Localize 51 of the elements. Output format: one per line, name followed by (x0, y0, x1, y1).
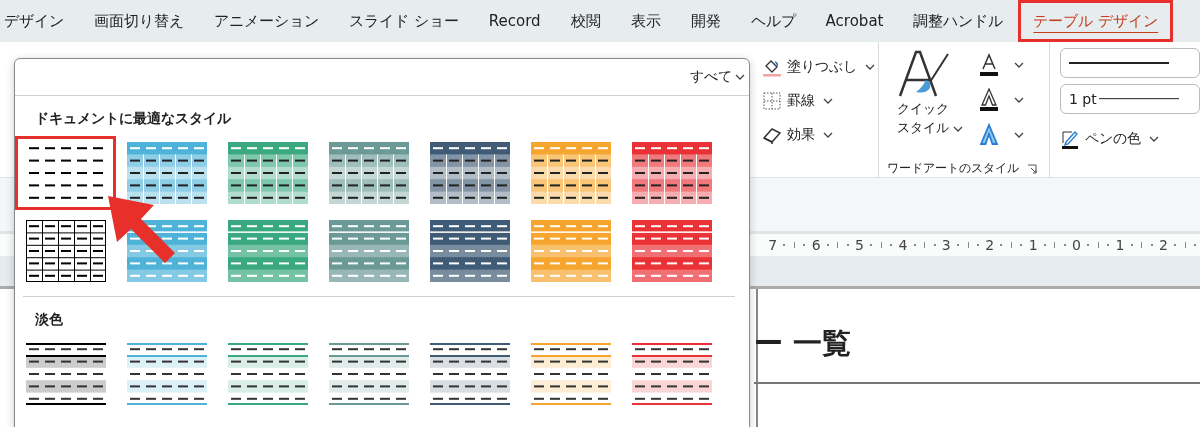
ribbon-tab[interactable]: ヘルプ (735, 0, 811, 42)
section-heading: ドキュメントに最適なスタイル (34, 109, 232, 128)
table-style-option[interactable] (15, 136, 116, 210)
pen-color-button[interactable]: ペンの色 (1060, 126, 1200, 152)
ribbon-tab[interactable]: 校閲 (555, 0, 616, 42)
caret-icon (1013, 97, 1024, 103)
group-label: ワードアートのスタイル (886, 160, 1019, 177)
line-sample-icon (1069, 61, 1169, 65)
caret-icon (735, 74, 745, 80)
ribbon-tab[interactable]: 表示 (615, 0, 676, 42)
ribbon-tab[interactable]: Acrobat (810, 0, 899, 42)
slide-title: ー 一覧 (754, 289, 1200, 384)
ribbon-tab[interactable]: 開発 (675, 0, 736, 42)
ribbon-tab[interactable]: テーブル デザイン (1018, 0, 1174, 42)
section-heading: 淡色 (34, 310, 64, 329)
ribbon-tab[interactable]: Record (473, 0, 556, 42)
ribbon-tab[interactable]: 画面切り替え (79, 0, 199, 42)
quick-styles-button[interactable]: クイックスタイル (884, 48, 963, 160)
ribbon-button[interactable]: 効果 (762, 122, 878, 148)
ruler-number: 0 (1071, 237, 1082, 253)
caret-icon (823, 132, 833, 138)
pen-icon (1060, 129, 1080, 149)
caret-icon (1013, 62, 1024, 68)
ruler-number: 4 (897, 237, 909, 253)
ribbon-button[interactable]: 塗りつぶし (762, 54, 878, 80)
ribbon-tab[interactable]: デザイン (0, 0, 79, 42)
line-style-dropdown[interactable] (1060, 48, 1200, 78)
ruler-number: 1 (1027, 237, 1039, 253)
ruler-number: 1 (1114, 237, 1126, 253)
line-sample-icon (1098, 98, 1179, 100)
caret-icon (1149, 136, 1159, 142)
line-weight-dropdown[interactable]: 1 pt (1060, 84, 1200, 114)
dialog-launcher-icon[interactable] (1026, 163, 1037, 174)
ruler-number: 3 (940, 237, 952, 253)
caret-icon (1013, 132, 1024, 138)
ruler-number: 5 (854, 237, 865, 253)
caret-icon (865, 64, 875, 70)
ruler-number: 2 (1157, 237, 1169, 253)
ribbon-tab[interactable]: 調整ハンドル (898, 0, 1019, 42)
caret-icon (952, 125, 963, 132)
ruler-number: 2 (984, 237, 996, 253)
ruler-number: 6 (810, 237, 822, 253)
ribbon-tab[interactable]: スライド ショー (334, 0, 474, 42)
ribbon-tab[interactable]: アニメーション (199, 0, 334, 42)
eraser-icon (762, 125, 782, 145)
pointer-arrow (108, 196, 176, 264)
caret-icon (823, 98, 833, 104)
ruler-number: 7 (767, 237, 779, 253)
ribbon-button[interactable]: 罫線 (762, 88, 878, 114)
borders-icon (762, 91, 782, 111)
filter-dropdown[interactable]: すべて (690, 68, 745, 86)
